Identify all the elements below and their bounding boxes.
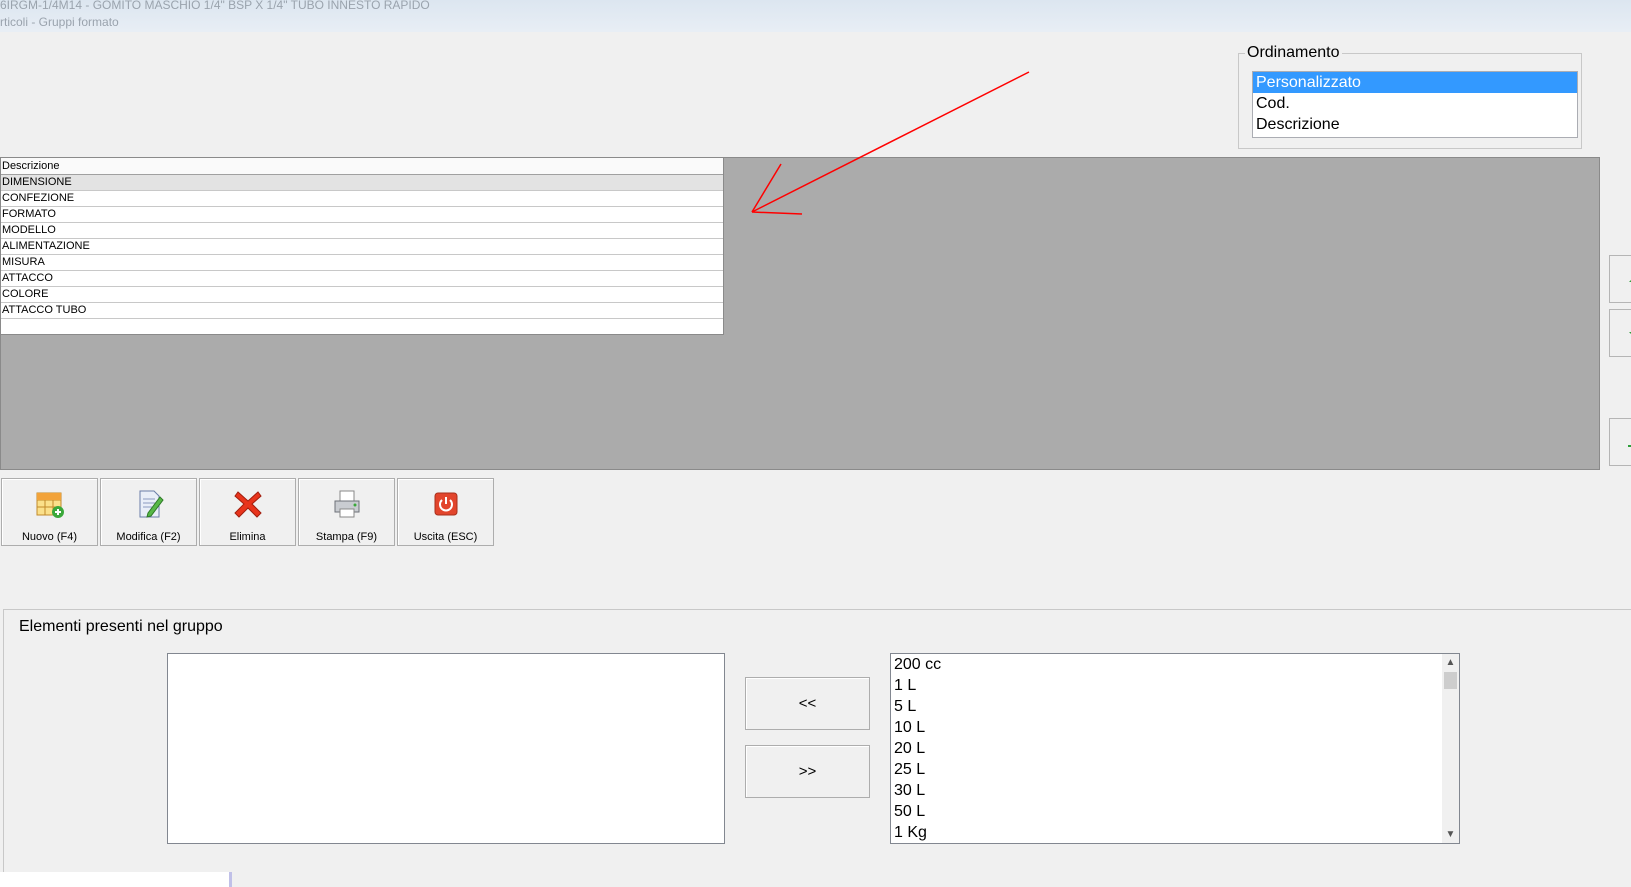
delete-button[interactable]: Elimina <box>199 478 296 546</box>
import-icon <box>1628 445 1631 447</box>
delete-x-icon <box>233 491 262 518</box>
list-item[interactable]: 25 L <box>891 759 1459 780</box>
arrow-up-icon <box>1629 280 1631 282</box>
grid-row[interactable]: CONFEZIONE <box>1 191 723 207</box>
move-to-group-button[interactable]: << <box>745 677 870 730</box>
move-down-button[interactable] <box>1609 309 1631 357</box>
title-bar: 6IRGM-1/4M14 - GOMITO MASCHIO 1/4" BSP X… <box>0 0 1631 32</box>
ordinamento-option-personalizzato[interactable]: Personalizzato <box>1253 72 1577 93</box>
bottom-text-field[interactable] <box>0 872 232 887</box>
grid-row[interactable]: MISURA <box>1 255 723 271</box>
list-item[interactable]: 5 L <box>891 696 1459 717</box>
scrollbar-thumb[interactable] <box>1444 672 1457 689</box>
ordinamento-list[interactable]: Personalizzato Cod. Descrizione <box>1252 71 1578 138</box>
list-item[interactable]: 30 L <box>891 780 1459 801</box>
ordinamento-option-cod[interactable]: Cod. <box>1253 93 1577 114</box>
grid-row[interactable]: MODELLO <box>1 223 723 239</box>
list-item[interactable]: 20 L <box>891 738 1459 759</box>
grid-header-descrizione[interactable]: Descrizione <box>1 158 723 175</box>
remove-from-group-button[interactable]: >> <box>745 745 870 798</box>
delete-button-label: Elimina <box>229 531 266 543</box>
ordinamento-label: Ordinamento <box>1245 44 1342 62</box>
grid-row[interactable]: DIMENSIONE <box>1 175 723 191</box>
grid-row[interactable]: COLORE <box>1 287 723 303</box>
edit-button[interactable]: Modifica (F2) <box>100 478 197 546</box>
group-elements-list[interactable] <box>167 653 725 844</box>
print-button[interactable]: Stampa (F9) <box>298 478 395 546</box>
scroll-up-icon[interactable]: ▲ <box>1442 654 1459 671</box>
move-up-button[interactable] <box>1609 255 1631 303</box>
edit-button-label: Modifica (F2) <box>116 531 181 543</box>
grid-row[interactable]: ATTACCO <box>1 271 723 287</box>
grid-row[interactable]: ATTACCO TUBO <box>1 303 723 319</box>
grid-row[interactable]: ALIMENTAZIONE <box>1 239 723 255</box>
groups-grid[interactable]: Descrizione DIMENSIONE CONFEZIONE FORMAT… <box>0 157 724 335</box>
app-window: 6IRGM-1/4M14 - GOMITO MASCHIO 1/4" BSP X… <box>0 0 1631 887</box>
new-grid-icon <box>36 492 64 518</box>
power-icon <box>434 492 457 516</box>
list-item[interactable]: 1 L <box>891 675 1459 696</box>
side-action-button[interactable] <box>1609 418 1631 466</box>
list-item[interactable]: 50 L <box>891 801 1459 822</box>
available-elements-list[interactable]: 200 cc 1 L 5 L 10 L 20 L 25 L 30 L 50 L … <box>890 653 1460 844</box>
window-subtitle: rticoli - Gruppi formato <box>0 15 119 29</box>
exit-button-label: Uscita (ESC) <box>413 531 478 543</box>
list-item[interactable]: 10 L <box>891 717 1459 738</box>
elements-panel-title: Elementi presenti nel gruppo <box>19 618 223 635</box>
exit-button[interactable]: Uscita (ESC) <box>397 478 494 546</box>
vertical-scrollbar[interactable]: ▲ ▼ <box>1442 654 1459 843</box>
edit-document-icon <box>139 490 164 518</box>
print-button-label: Stampa (F9) <box>315 531 378 543</box>
list-item[interactable]: 200 cc <box>891 654 1459 675</box>
grid-row[interactable]: FORMATO <box>1 207 723 223</box>
arrow-down-icon <box>1629 332 1631 334</box>
new-button-label: Nuovo (F4) <box>21 531 78 543</box>
scroll-down-icon[interactable]: ▼ <box>1442 826 1459 843</box>
new-button[interactable]: Nuovo (F4) <box>1 478 98 546</box>
ordinamento-option-descrizione[interactable]: Descrizione <box>1253 114 1577 135</box>
list-item[interactable]: 1 Kg <box>891 822 1459 843</box>
window-title: 6IRGM-1/4M14 - GOMITO MASCHIO 1/4" BSP X… <box>0 0 430 12</box>
printer-icon <box>334 490 359 518</box>
